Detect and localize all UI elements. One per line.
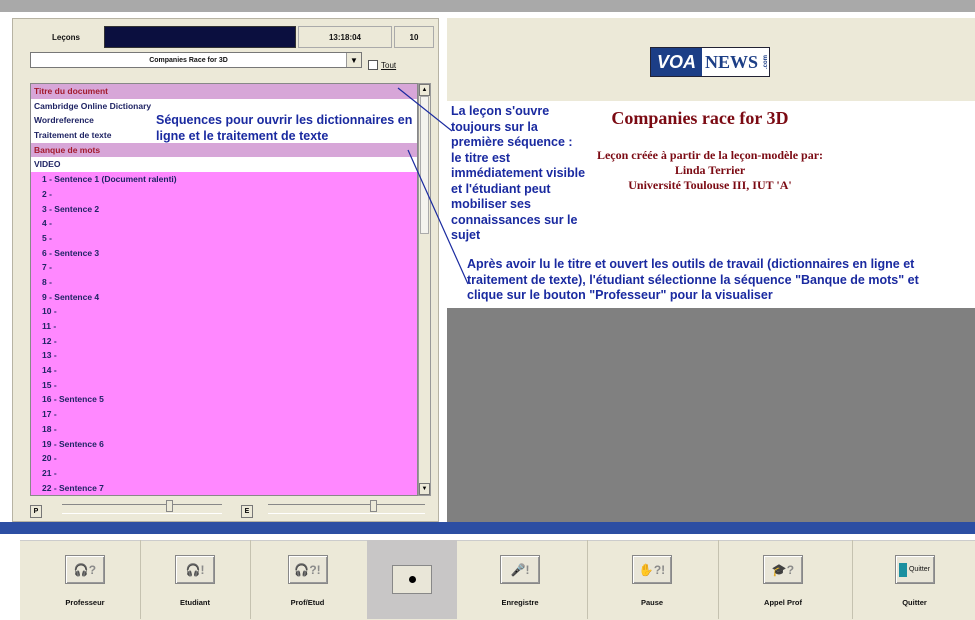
exit-door-icon[interactable]: Quitter <box>894 555 935 584</box>
headphones-icon[interactable]: 🎧! <box>175 555 215 584</box>
record-dot-icon[interactable] <box>392 565 432 594</box>
enregistre-tool[interactable]: 🎤! Enregistre <box>470 540 570 619</box>
professeur-tool[interactable]: 🎧? Professeur <box>40 540 130 619</box>
pause-tool[interactable]: ✋?! Pause <box>597 540 707 619</box>
etudiant-tool[interactable]: 🎧! Etudiant <box>150 540 240 619</box>
divider <box>587 540 588 619</box>
prof-etud-tool[interactable]: 🎧?! Prof/Etud <box>260 540 355 619</box>
divider <box>140 540 141 619</box>
microphone-icon[interactable]: 🎤! <box>500 555 540 584</box>
hand-icon[interactable]: ✋?! <box>632 555 672 584</box>
divider <box>718 540 719 619</box>
headphones-icon[interactable]: 🎧? <box>65 555 105 584</box>
headphones-icon[interactable]: 🎧?! <box>287 555 328 584</box>
appel-prof-tool[interactable]: 🎓? Appel Prof <box>728 540 838 619</box>
record-indicator[interactable] <box>367 540 457 619</box>
quitter-tool[interactable]: Quitter Quitter <box>862 540 967 619</box>
separator-bar <box>0 522 975 534</box>
graduation-cap-icon[interactable]: 🎓? <box>763 555 803 584</box>
divider <box>250 540 251 619</box>
divider <box>852 540 853 619</box>
